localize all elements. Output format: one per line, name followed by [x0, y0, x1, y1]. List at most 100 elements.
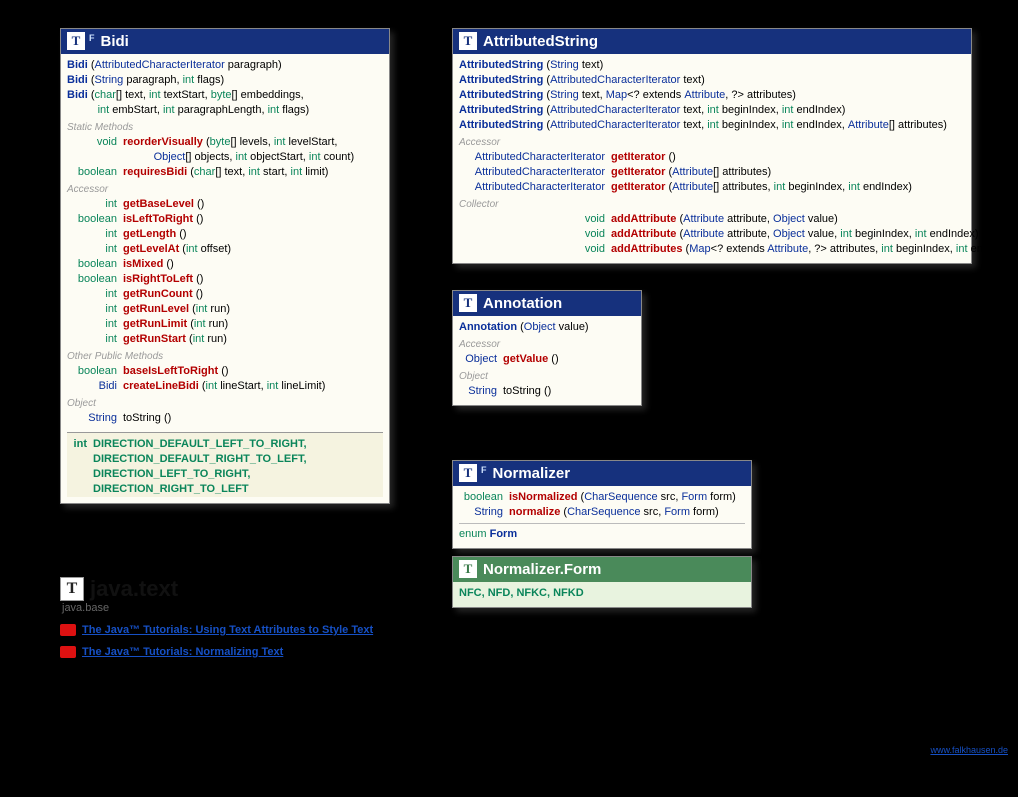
return-type [67, 150, 123, 165]
return-type: String [459, 384, 503, 399]
card-body: NFC, NFD, NFKC, NFKD [453, 582, 751, 607]
signature: baseIsLeftToRight () [123, 364, 229, 379]
constructor-list: Bidi (AttributedCharacterIterator paragr… [67, 58, 383, 118]
return-type: void [459, 242, 611, 257]
methods: booleanisNormalized (CharSequence src, F… [459, 490, 745, 520]
signature: getValue () [503, 352, 559, 367]
constructor-list: Annotation (Object value) [459, 320, 635, 335]
constructor-list: AttributedString (String text)Attributed… [459, 58, 965, 133]
card-header: T Annotation [453, 291, 641, 316]
member-row: Bidi (String paragraph, int flags) [67, 73, 383, 88]
member-row: AttributedCharacterIteratorgetIterator (… [459, 150, 965, 165]
member-row: voidaddAttributes (Map<? extends Attribu… [459, 242, 965, 257]
return-type: Object [459, 352, 503, 367]
member-row: Bidi (AttributedCharacterIterator paragr… [67, 58, 383, 73]
constant: DIRECTION_DEFAULT_RIGHT_TO_LEFT, [93, 452, 307, 467]
return-type: int [67, 317, 123, 332]
return-type: int [67, 287, 123, 302]
signature: getRunLimit (int run) [123, 317, 228, 332]
return-type: int [67, 227, 123, 242]
member-row: intgetRunLevel (int run) [67, 302, 383, 317]
member-row: Object[] objects, int objectStart, int c… [67, 150, 383, 165]
signature: Object[] objects, int objectStart, int c… [123, 150, 354, 165]
member-row: booleanbaseIsLeftToRight () [67, 364, 383, 379]
class-title: Normalizer.Form [483, 561, 601, 578]
member-row: intgetRunStart (int run) [67, 332, 383, 347]
return-type: boolean [67, 364, 123, 379]
collector-methods: voidaddAttribute (Attribute attribute, O… [459, 212, 965, 257]
accessor-methods: ObjectgetValue () [459, 352, 635, 367]
member-row: booleanrequiresBidi (char[] text, int st… [67, 165, 383, 180]
signature: reorderVisually (byte[] levels, int leve… [123, 135, 337, 150]
other-methods: booleanbaseIsLeftToRight ()BidicreateLin… [67, 364, 383, 394]
accessor-methods: intgetBaseLevel ()booleanisLeftToRight (… [67, 197, 383, 347]
class-title: AttributedString [483, 33, 598, 50]
signature: createLineBidi (int lineStart, int lineL… [123, 379, 325, 394]
final-marker: F [481, 465, 487, 475]
return-type: void [67, 135, 123, 150]
type-icon: T [459, 32, 477, 50]
member-row: booleanisLeftToRight () [67, 212, 383, 227]
oracle-icon [60, 624, 76, 636]
type-icon: T [459, 560, 477, 578]
type-icon: T [459, 464, 477, 482]
signature: requiresBidi (char[] text, int start, in… [123, 165, 328, 180]
return-type: boolean [67, 165, 123, 180]
class-title: Normalizer [493, 465, 571, 482]
card-header: TF Bidi [61, 29, 389, 54]
signature: getLevelAt (int offset) [123, 242, 231, 257]
class-card-annotation: T Annotation Annotation (Object value) A… [452, 290, 642, 406]
member-row: intgetRunLimit (int run) [67, 317, 383, 332]
member-row: intgetLength () [67, 227, 383, 242]
return-type: String [459, 505, 509, 520]
signature: getIterator (Attribute[] attributes) [611, 165, 771, 180]
type-icon: T [60, 577, 84, 601]
signature: toString () [503, 384, 551, 399]
section-label-accessor: Accessor [67, 182, 383, 197]
return-type: int [67, 197, 123, 212]
card-body: Annotation (Object value) Accessor Objec… [453, 316, 641, 405]
member-row: Bidi (char[] text, int textStart, byte[]… [67, 88, 383, 103]
section-label-object: Object [459, 369, 635, 384]
constant: DIRECTION_LEFT_TO_RIGHT, [93, 467, 250, 482]
card-body: AttributedString (String text)Attributed… [453, 54, 971, 263]
signature: isNormalized (CharSequence src, Form for… [509, 490, 736, 505]
type-icon: T [67, 32, 85, 50]
signature: addAttribute (Attribute attribute, Objec… [611, 212, 838, 227]
member-row: AttributedString (AttributedCharacterIte… [459, 103, 965, 118]
section-label-collector: Collector [459, 197, 965, 212]
final-marker: F [89, 33, 95, 43]
card-header: TF Normalizer [453, 461, 751, 486]
oracle-icon [60, 646, 76, 658]
tutorial-link[interactable]: The Java™ Tutorials: Normalizing Text [82, 646, 283, 658]
member-row: AttributedCharacterIteratorgetIterator (… [459, 180, 965, 195]
package-block: T java.text java.base The Java™ Tutorial… [60, 576, 373, 658]
signature: toString () [123, 411, 171, 426]
constant: DIRECTION_DEFAULT_LEFT_TO_RIGHT, [93, 437, 307, 452]
signature: addAttribute (Attribute attribute, Objec… [611, 227, 979, 242]
member-row: AttributedString (String text) [459, 58, 965, 73]
card-body: booleanisNormalized (CharSequence src, F… [453, 486, 751, 548]
return-type: boolean [67, 272, 123, 287]
section-label-accessor: Accessor [459, 135, 965, 150]
member-row: AttributedString (AttributedCharacterIte… [459, 73, 965, 88]
tutorial-link[interactable]: The Java™ Tutorials: Using Text Attribut… [82, 624, 373, 636]
return-type: String [67, 411, 123, 426]
section-label-static: Static Methods [67, 120, 383, 135]
class-card-bidi: TF Bidi Bidi (AttributedCharacterIterato… [60, 28, 390, 504]
member-row: AttributedCharacterIteratorgetIterator (… [459, 165, 965, 180]
return-type: int [67, 242, 123, 257]
enum-card-normalizer-form: T Normalizer.Form NFC, NFD, NFKC, NFKD [452, 556, 752, 608]
signature: getBaseLevel () [123, 197, 204, 212]
type-icon: T [459, 294, 477, 312]
class-title: Bidi [101, 33, 129, 50]
member-row: StringtoString () [67, 411, 383, 426]
signature: getIterator () [611, 150, 676, 165]
watermark-link[interactable]: www.falkhausen.de [930, 745, 1008, 755]
signature: addAttributes (Map<? extends Attribute, … [611, 242, 1018, 257]
signature: getLength () [123, 227, 187, 242]
return-type: AttributedCharacterIterator [459, 150, 611, 165]
member-row: intgetRunCount () [67, 287, 383, 302]
return-type: boolean [459, 490, 509, 505]
return-type: AttributedCharacterIterator [459, 180, 611, 195]
